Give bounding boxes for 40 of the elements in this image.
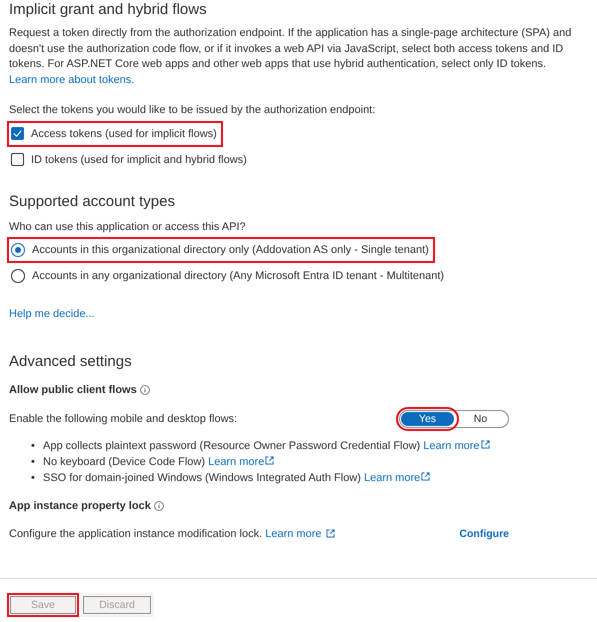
bullet: •	[31, 438, 36, 454]
question-text: Who can use this application or access this API?	[9, 220, 247, 234]
radio-label: Accounts in this organizational directory only (Addovation AS only - Single tenant)	[32, 244, 429, 256]
learn-more-link[interactable]: Learn more	[423, 440, 480, 452]
checkbox[interactable]	[11, 127, 24, 140]
prompt-text: Enable the following mobile and desktop flows:	[9, 412, 238, 424]
flow-text: SSO for domain-joined Windows (Windows Integrated Auth Flow)	[43, 472, 361, 484]
prompt-text: Select the tokens you would like to be issued by the authorization endpoint:	[9, 103, 376, 118]
lock-text: Configure the application instance modification lock.	[9, 528, 262, 540]
radio-button[interactable]	[11, 243, 25, 257]
checkbox-label: Access tokens (used for implicit flows)	[31, 128, 217, 140]
external-link-icon	[421, 472, 430, 480]
configure-link[interactable]: Configure	[459, 528, 509, 540]
external-link-icon	[480, 440, 490, 448]
info-icon	[154, 500, 164, 510]
description-text: Request a token directly from the authorization endpoint. If the application has a single-page architecture (SPA) and doesn't use the authorization code flow, or if it invokes a web API via JavaScript, select both access tokens and ID tokens. For ASP.NET Core web apps and other web apps that use hybrid authentication, select only ID tokens. Learn more about tokens.	[9, 26, 572, 88]
flow-text: App collects plaintext password (Resource Owner Password Credential Flow)	[43, 440, 420, 452]
bullet: •	[31, 470, 36, 486]
learn-more-link[interactable]: Learn more	[208, 456, 264, 468]
learn-more-link[interactable]: Learn more	[364, 472, 420, 484]
info-icon	[140, 384, 150, 394]
subsection-title: App instance property lock	[9, 500, 151, 512]
yes-no-toggle[interactable]: Yes No	[399, 410, 509, 428]
learn-more-link[interactable]: Learn more about tokens.	[9, 74, 134, 86]
help-link[interactable]: Help me decide...	[9, 308, 95, 320]
flow-text: No keyboard (Device Code Flow)	[43, 456, 206, 468]
subsection-title: Allow public client flows	[9, 384, 137, 396]
toggle-option[interactable]: Yes	[401, 412, 454, 426]
external-link-icon	[265, 456, 274, 464]
radio-label: Accounts in any organizational directory (Any Microsoft Entra ID tenant - Multitenant)	[32, 270, 444, 282]
external-link-icon	[326, 529, 335, 538]
toggle-option[interactable]: No	[454, 412, 507, 426]
learn-more-link[interactable]: Learn more	[265, 528, 322, 540]
section-title: Supported account types	[9, 192, 176, 210]
checkbox-label: ID tokens (used for implicit and hybrid flows)	[31, 154, 247, 166]
radio-button[interactable]	[11, 269, 25, 283]
section-title: Implicit grant and hybrid flows	[9, 1, 208, 18]
bullet: •	[31, 454, 36, 470]
section-title: Advanced settings	[9, 352, 133, 370]
checkbox[interactable]	[11, 153, 24, 166]
